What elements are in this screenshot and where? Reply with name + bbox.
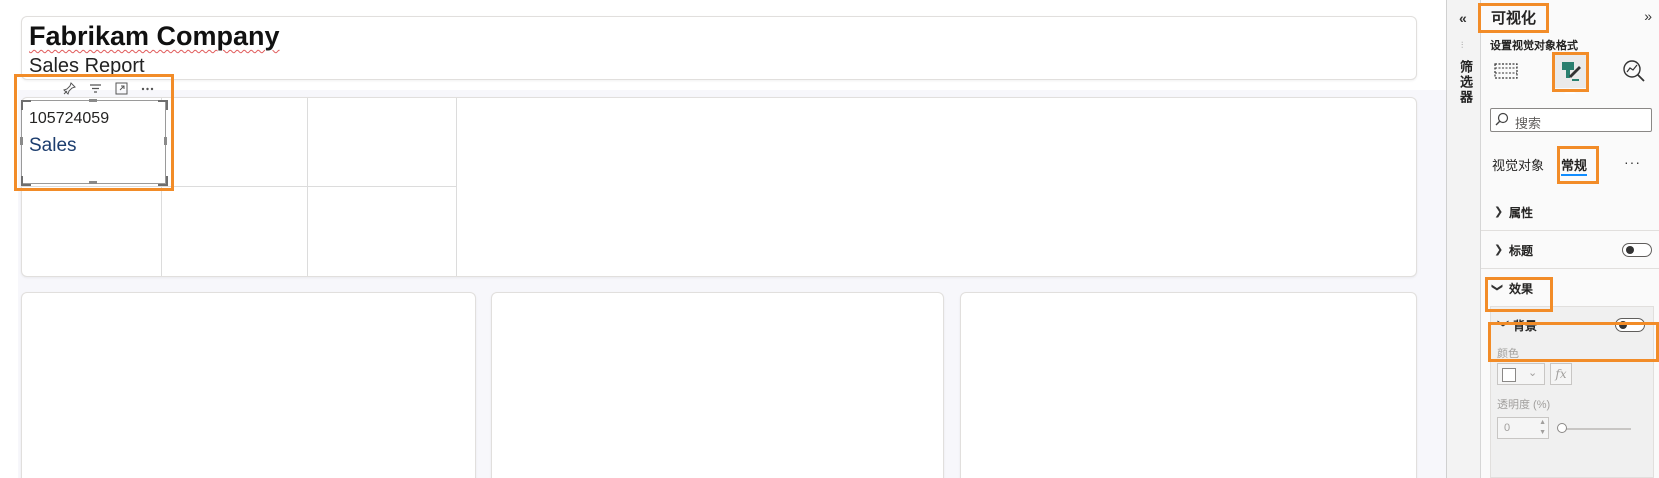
toggle-knob (1626, 246, 1634, 254)
resize-handle-top-right[interactable] (158, 100, 168, 110)
conditional-format-button[interactable]: fx (1550, 363, 1572, 385)
background-card: ❯ 背景 颜色 ⌄ fx 透明度 (%) 0 ▲ ▼ (1490, 306, 1654, 478)
focus-mode-icon[interactable] (113, 80, 129, 96)
chevron-down-icon: ❯ (1497, 318, 1510, 329)
resize-handle-left[interactable] (20, 137, 23, 145)
filter-icon[interactable] (87, 80, 103, 96)
chevron-down-icon: ⌄ (1528, 367, 1538, 379)
visual-header-toolbar (61, 80, 155, 96)
section-properties[interactable]: ❯ 属性 (1481, 193, 1659, 231)
grip-icon: ⫶ (1461, 40, 1464, 50)
section-effects[interactable]: ❯ 效果 (1481, 269, 1659, 307)
color-picker[interactable]: ⌄ (1497, 363, 1545, 385)
resize-handle-bottom-left[interactable] (21, 176, 31, 186)
empty-visual-tile[interactable] (491, 292, 944, 478)
title-textbox[interactable]: Fabrikam Company Sales Report (21, 16, 1417, 80)
transparency-slider-thumb[interactable] (1557, 423, 1567, 433)
toggle-knob (1619, 321, 1627, 329)
company-title: Fabrikam Company (29, 21, 280, 52)
format-visual-icon[interactable] (1553, 54, 1587, 88)
analytics-icon[interactable] (1617, 54, 1651, 88)
resize-handle-bottom-right[interactable] (158, 176, 168, 186)
resize-handle-right[interactable] (164, 137, 167, 145)
expand-filters-icon[interactable]: « (1459, 10, 1467, 26)
search-input[interactable]: 搜索 (1490, 108, 1652, 132)
active-tab-pointer (1564, 88, 1576, 94)
transparency-slider-track[interactable] (1565, 428, 1631, 430)
section-label: 标题 (1509, 244, 1534, 258)
report-subtitle: Sales Report (29, 55, 145, 77)
filters-label[interactable]: 筛选器 (1456, 60, 1475, 105)
sales-card-visual[interactable]: 105724059 Sales (20, 97, 168, 186)
visualizations-pane: 可视化 » 设置视觉对象格式 搜索 视觉对象 常规 ··· ❯ 属性 ❯ 标题 (1480, 0, 1659, 478)
tab-general[interactable]: 常规 (1561, 155, 1587, 174)
search-placeholder: 搜索 (1515, 116, 1542, 131)
pin-icon[interactable] (61, 80, 77, 96)
resize-handle-top[interactable] (89, 99, 97, 102)
resize-handle-top-left[interactable] (21, 100, 31, 110)
pane-subtitle: 设置视觉对象格式 (1490, 40, 1578, 52)
spin-arrows-icon[interactable]: ▲ ▼ (1539, 418, 1546, 438)
resize-handle-bottom[interactable] (89, 181, 97, 184)
kpi-grid-area (21, 97, 1417, 277)
chevron-right-icon: ❯ (1494, 206, 1504, 218)
grid-divider (307, 98, 308, 276)
search-icon (1495, 112, 1509, 131)
more-options-icon[interactable]: ··· (1624, 154, 1641, 170)
pane-icon-tabs (1489, 54, 1657, 94)
chevron-right-icon: ❯ (1494, 244, 1504, 256)
build-visual-icon[interactable] (1489, 54, 1523, 88)
chevron-down-icon: ❯ (1491, 282, 1504, 293)
active-tab-indicator (1561, 174, 1587, 176)
transparency-value: 0 (1504, 422, 1511, 434)
title-toggle[interactable] (1622, 243, 1652, 257)
more-options-icon[interactable] (139, 80, 155, 96)
transparency-input[interactable]: 0 ▲ ▼ (1497, 417, 1549, 439)
color-swatch (1502, 368, 1516, 382)
filters-pane[interactable]: « ⫶ 筛选器 (1446, 0, 1481, 478)
format-tabs: 视觉对象 常规 ··· (1490, 154, 1655, 176)
empty-visual-tile[interactable] (960, 292, 1417, 478)
section-label: 效果 (1509, 282, 1534, 296)
color-label: 颜色 (1497, 348, 1519, 360)
pane-title: 可视化 (1491, 10, 1537, 27)
card-frame: 105724059 Sales (21, 100, 166, 184)
grid-divider (456, 98, 457, 276)
transparency-label: 透明度 (%) (1497, 399, 1551, 411)
background-header[interactable]: ❯ 背景 (1491, 307, 1653, 345)
collapse-pane-icon[interactable]: » (1644, 8, 1652, 24)
section-title[interactable]: ❯ 标题 (1481, 231, 1659, 269)
background-label: 背景 (1513, 319, 1538, 333)
empty-visual-tile[interactable] (21, 292, 476, 478)
section-label: 属性 (1509, 206, 1534, 220)
background-toggle[interactable] (1615, 318, 1645, 332)
report-canvas: Fabrikam Company Sales Report 105724059 … (0, 0, 1446, 478)
kpi-label: Sales (29, 135, 77, 156)
grid-divider (161, 186, 456, 187)
grid-divider (22, 186, 161, 187)
company-name: Fabrikam Company (29, 21, 280, 51)
kpi-value: 105724059 (29, 110, 110, 127)
tab-visual[interactable]: 视觉对象 (1492, 155, 1544, 174)
